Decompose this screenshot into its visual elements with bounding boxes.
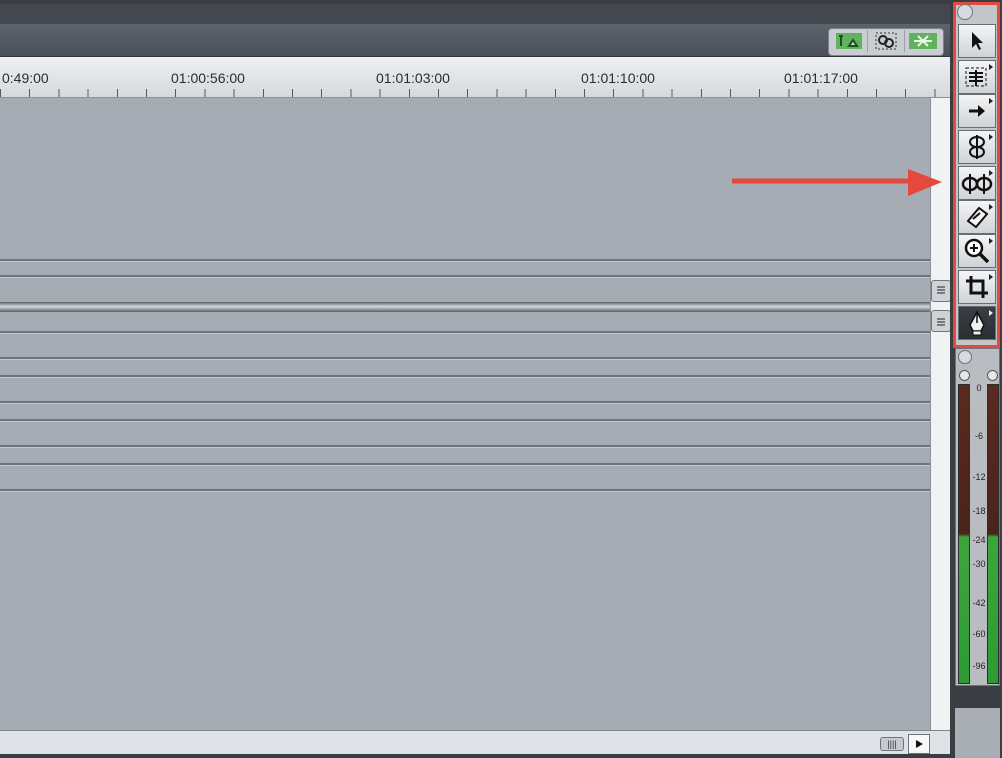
timecode-label: 01:01:03:00 — [376, 70, 450, 86]
horizontal-scrollbar[interactable]: |||| — [0, 730, 950, 754]
video-audio-divider[interactable] — [0, 302, 930, 312]
edit-select-icon — [965, 67, 987, 87]
meter-scale-label: -24 — [972, 535, 986, 545]
submenu-indicator — [989, 98, 993, 104]
track-separator — [0, 331, 930, 334]
timecode-ruler[interactable]: 0:49:00 01:00:56:00 01:01:03:00 01:01:10… — [0, 57, 950, 98]
crop-icon — [966, 276, 988, 298]
snapping-toggle[interactable] — [831, 30, 868, 52]
timeline-window: 0:49:00 01:00:56:00 01:01:03:00 01:01:10… — [0, 4, 950, 754]
track-separator — [0, 489, 930, 492]
linking-icon — [875, 32, 897, 50]
snapping-icon — [836, 33, 862, 49]
scroll-right-button[interactable] — [908, 734, 930, 754]
track-select-tool[interactable] — [958, 94, 996, 128]
submenu-indicator — [989, 204, 993, 210]
meter-scale-label: -30 — [972, 559, 986, 569]
palette-close-button[interactable] — [957, 4, 973, 20]
track-separator — [0, 259, 930, 262]
timecode-label: 01:01:17:00 — [784, 70, 858, 86]
track-forward-icon — [969, 105, 985, 117]
ruler-ticks — [0, 89, 950, 97]
track-separator — [0, 445, 930, 448]
roll-tool[interactable] — [958, 130, 996, 164]
play-right-icon — [916, 740, 923, 748]
timecode-label: 0:49:00 — [2, 70, 49, 86]
zoom-tool[interactable] — [958, 234, 996, 268]
left-clip-indicator[interactable] — [959, 370, 970, 381]
window-top-strip — [0, 4, 950, 24]
track-separator — [0, 375, 930, 378]
track-separator — [0, 463, 930, 466]
meter-scale-label: 0 — [976, 383, 982, 393]
track-separator — [0, 357, 930, 360]
submenu-indicator — [989, 64, 993, 70]
submenu-indicator — [989, 310, 993, 316]
scroll-handle-icon — [937, 318, 945, 326]
right-level-bar — [987, 384, 999, 684]
audio-scroll-handle[interactable] — [931, 310, 950, 332]
timeline-title-bar — [0, 24, 950, 57]
roll-edit-icon — [969, 135, 985, 159]
track-separator — [0, 419, 930, 422]
submenu-indicator — [989, 238, 993, 244]
zoom-in-icon — [964, 238, 990, 264]
right-clip-indicator[interactable] — [987, 370, 998, 381]
timecode-label: 01:01:10:00 — [581, 70, 655, 86]
meter-scale-label: -96 — [972, 661, 986, 671]
left-level-bar — [958, 384, 970, 684]
submenu-indicator — [989, 134, 993, 140]
crop-tool[interactable] — [958, 270, 996, 304]
track-height-icon — [909, 33, 937, 49]
meter-scale-label: -60 — [972, 629, 986, 639]
submenu-indicator — [989, 170, 993, 176]
edit-selection-tool[interactable] — [958, 60, 996, 94]
razor-blade-icon — [966, 206, 989, 229]
meter-scale-label: -42 — [972, 598, 986, 608]
meter-scale-label: -18 — [972, 506, 986, 516]
video-scroll-handle[interactable] — [931, 280, 950, 302]
meter-scale-label: -12 — [972, 472, 986, 482]
meter-scale-label: -6 — [974, 431, 983, 441]
arrow-pointer-icon — [972, 32, 983, 50]
scroll-handle-icon — [937, 286, 945, 294]
track-separator — [0, 275, 930, 278]
track-height-toggle[interactable] — [905, 30, 941, 52]
submenu-indicator — [989, 274, 993, 280]
razor-tool[interactable] — [958, 200, 996, 234]
pen-icon — [969, 310, 985, 336]
timecode-label: 01:00:56:00 — [171, 70, 245, 86]
pen-tool[interactable] — [958, 306, 996, 340]
track-separator — [0, 401, 930, 404]
meter-footer — [955, 708, 1000, 758]
annotation-arrow-icon — [732, 169, 942, 196]
selection-tool[interactable] — [958, 24, 996, 58]
timeline-toggle-group — [828, 28, 944, 56]
zoom-slider-thumb[interactable]: |||| — [880, 737, 904, 751]
slip-tool[interactable] — [958, 166, 996, 200]
linking-toggle[interactable] — [868, 30, 905, 52]
meter-close-button[interactable] — [958, 350, 972, 364]
